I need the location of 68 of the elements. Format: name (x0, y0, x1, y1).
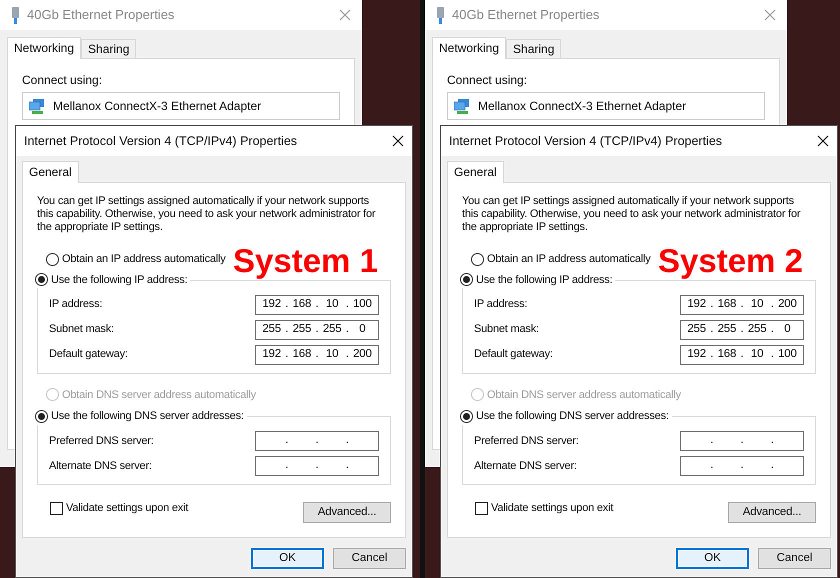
radio-label: Use the following IP address: (476, 272, 612, 288)
ip-address-field[interactable]: 255 . 255 . 255 . 0 (255, 320, 379, 340)
field-label: Default gateway: (474, 347, 553, 362)
ip-address-field[interactable]: 192 . 168 . 10 . 100 (680, 344, 804, 364)
radio-button[interactable] (35, 410, 48, 423)
field-label: Connect using: (447, 72, 528, 89)
network-icon (454, 98, 470, 114)
window-title: 40Gb Ethernet Properties (452, 6, 600, 24)
radio-label: Obtain an IP address automatically (62, 252, 226, 267)
description-text: You can get IP settings assigned automatically if your network supports this capability. Otherwise, you need to ask your network administrator for the appropriate IP settings. (37, 195, 376, 234)
ip-address-field[interactable]: 192 . 168 . 10 . 100 (255, 294, 379, 314)
ip-address-field[interactable]: 255 . 255 . 255 . 0 (680, 320, 804, 340)
radio-label: Use the following IP address: (51, 272, 188, 288)
tab[interactable]: General (447, 161, 504, 183)
tab[interactable]: General (22, 161, 79, 183)
checkbox[interactable] (475, 502, 488, 514)
advanced-button[interactable]: Advanced... (303, 502, 391, 523)
network-icon (29, 98, 45, 114)
ip-address-field[interactable]: 192 . 168 . 10 . 200 (680, 294, 804, 314)
dialog-title: Internet Protocol Version 4 (TCP/IPv4) Properties (449, 132, 724, 150)
tab[interactable]: Networking (7, 37, 82, 59)
network-adapter-icon (11, 6, 20, 24)
checkbox[interactable] (50, 502, 63, 514)
field-label: Alternate DNS server: (474, 458, 577, 474)
ip-address-field[interactable]: 192 . 168 . 10 . 200 (255, 344, 379, 364)
adapter-field: Mellanox ConnectX-3 Ethernet Adapter (447, 92, 765, 120)
radio-label: Use the following DNS server addresses: (476, 409, 669, 424)
overlay-label: System 1 (233, 244, 378, 277)
field-label: Preferred DNS server: (474, 434, 579, 449)
overlay-label: System 2 (658, 244, 803, 277)
radio-button[interactable] (35, 273, 48, 286)
radio-label: Obtain an IP address automatically (487, 252, 651, 267)
field-label: Default gateway: (49, 347, 128, 362)
tab[interactable]: Sharing (506, 39, 562, 58)
radio-button[interactable] (46, 252, 59, 266)
ip-address-field[interactable]: . . . (680, 456, 804, 476)
dialog-title: Internet Protocol Version 4 (TCP/IPv4) Properties (24, 132, 298, 150)
field-label: Connect using: (22, 72, 104, 89)
tab[interactable]: Sharing (81, 39, 136, 58)
radio-button[interactable] (471, 252, 484, 266)
field-label: Subnet mask: (49, 322, 114, 338)
radio-label: Obtain DNS server address automatically (487, 388, 681, 402)
adapter-field: Mellanox ConnectX-3 Ethernet Adapter (22, 92, 340, 120)
ip-address-field[interactable]: . . . (680, 431, 804, 451)
checkbox-label: Validate settings upon exit (491, 500, 614, 516)
advanced-button[interactable]: Advanced... (728, 502, 816, 523)
ip-address-field[interactable]: . . . (255, 431, 379, 451)
radio-label: Obtain DNS server address automatically (62, 388, 256, 402)
field-label: Preferred DNS server: (49, 434, 154, 449)
close-icon[interactable] (392, 135, 404, 147)
window-title: 40Gb Ethernet Properties (27, 6, 176, 24)
ip-address-field[interactable]: . . . (255, 456, 379, 476)
dialog-button[interactable]: OK (251, 548, 324, 569)
field-label: IP address: (49, 297, 102, 312)
description-text: You can get IP settings assigned automatically if your network supports this capability. Otherwise, you need to ask your network administrator for the appropriate IP settings. (462, 195, 802, 234)
field-label: IP address: (474, 297, 528, 312)
field-label: Subnet mask: (474, 322, 539, 338)
dialog-button[interactable]: OK (676, 548, 749, 569)
checkbox-label: Validate settings upon exit (66, 500, 188, 516)
field-label: Alternate DNS server: (49, 458, 152, 474)
dialog-button[interactable]: Cancel (758, 548, 831, 569)
network-adapter-icon (436, 6, 445, 24)
radio-button[interactable] (460, 273, 473, 286)
dialog-button[interactable]: Cancel (333, 548, 406, 569)
tab[interactable]: Networking (432, 37, 506, 59)
close-icon[interactable] (817, 135, 829, 147)
radio-button[interactable] (460, 410, 473, 423)
radio-label: Use the following DNS server addresses: (51, 409, 244, 424)
